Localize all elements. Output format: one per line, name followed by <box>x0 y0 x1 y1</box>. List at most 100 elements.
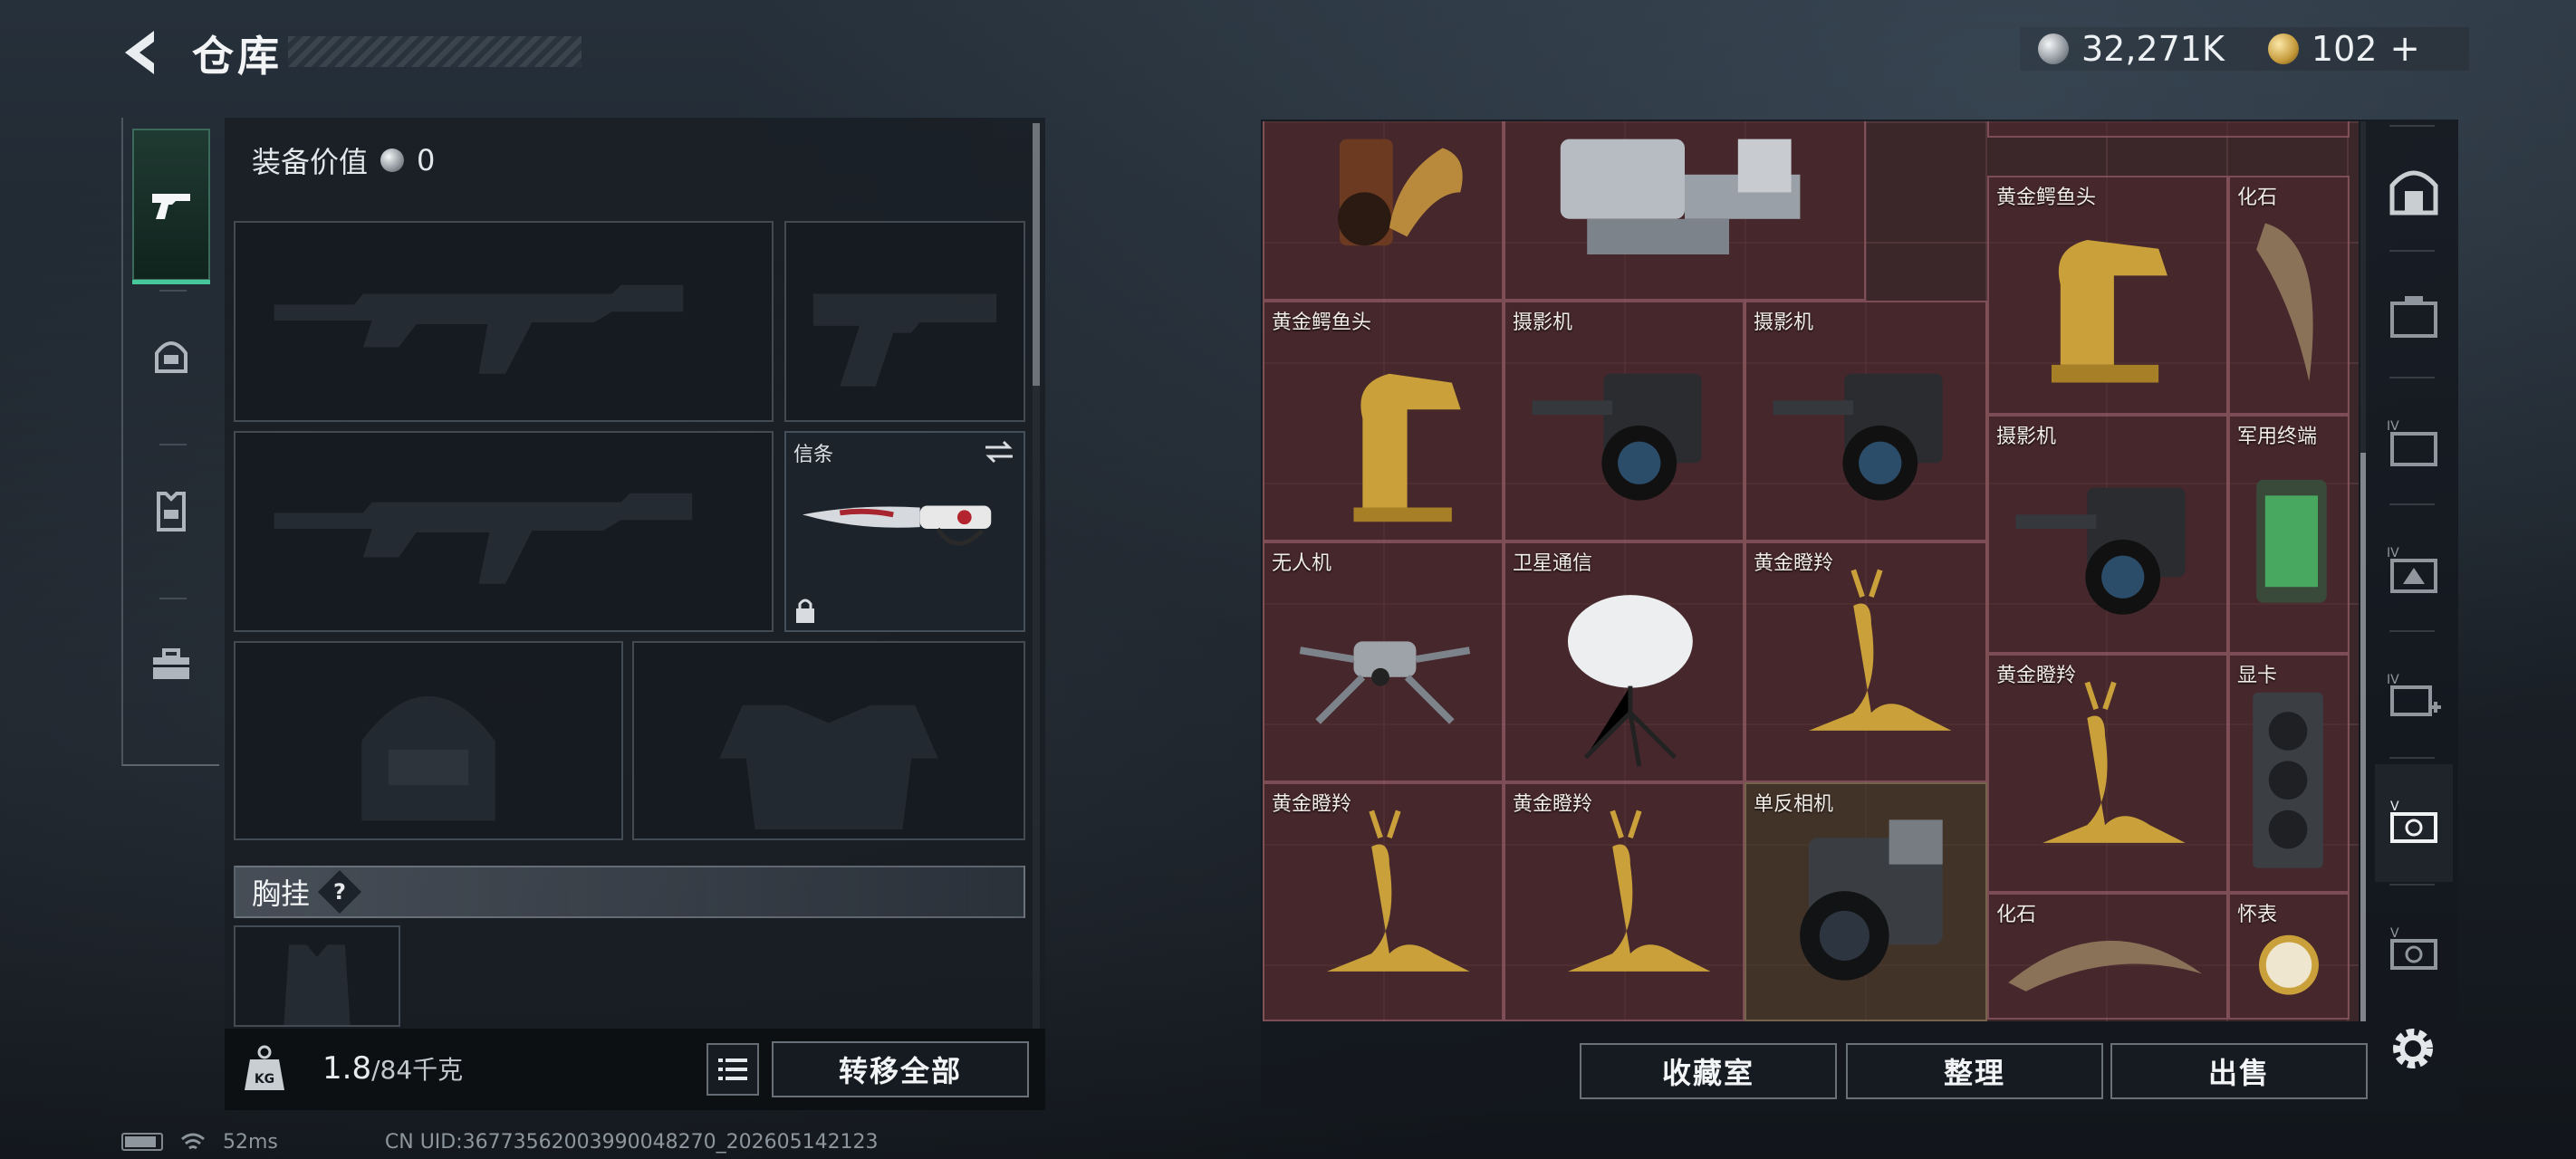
pistol-silhouette-icon <box>812 293 997 387</box>
stash-item-camera[interactable]: 摄影机 <box>1504 301 1745 541</box>
back-button[interactable] <box>118 25 168 80</box>
silver-coin-icon <box>380 148 405 172</box>
battery-icon <box>121 1133 163 1151</box>
svg-text:IV: IV <box>2387 546 2399 560</box>
loadout-scrollbar-thumb[interactable] <box>1033 123 1040 386</box>
category-weapons[interactable] <box>132 129 210 284</box>
golden-gazelle-icon <box>1808 569 1952 731</box>
rail-divider <box>2389 125 2435 127</box>
weight-current: 1.8 <box>322 1050 372 1087</box>
list-view-button[interactable] <box>706 1043 759 1096</box>
stash-grid: 黄金鳄鱼头 化石 摄影机 军用终端 黄金瞪羚 显卡 化石 怀表 黄金鳄鱼头 摄影… <box>1263 121 2359 1021</box>
rail-case-iv[interactable]: IV <box>2375 384 2453 502</box>
rail-case-iv-alt[interactable]: IV <box>2375 511 2453 628</box>
golden-croc-head-icon <box>1353 373 1461 522</box>
dslr-camera-icon <box>1800 819 1943 981</box>
stash-item-golden-gazelle[interactable]: 黄金瞪羚 <box>1987 654 2228 893</box>
carry-weight: 1.8/84千克 <box>322 1050 463 1087</box>
military-terminal-icon <box>2256 479 2327 603</box>
stash-item-graphics-card[interactable]: 显卡 <box>2228 654 2350 893</box>
helmet-slot[interactable] <box>234 641 623 840</box>
title-decoration <box>288 36 582 67</box>
sell-button[interactable]: 出售 <box>2110 1043 2368 1099</box>
stash-item-golden-gazelle[interactable]: 黄金瞪羚 <box>1504 782 1745 1021</box>
gear-icon <box>2393 1029 2433 1068</box>
settings-button[interactable] <box>2384 1020 2442 1078</box>
stash-item-dslr-camera[interactable]: 单反相机 <box>1745 782 1987 1021</box>
rail-case[interactable] <box>2375 257 2453 375</box>
gramophone-icon <box>1338 139 1463 246</box>
secondary-weapon-slot[interactable] <box>234 431 774 632</box>
rail-divider <box>2389 884 2435 886</box>
wifi-icon <box>181 1133 205 1150</box>
help-icon: ? <box>333 878 346 905</box>
case-iv-alt-icon: IV <box>2387 546 2437 593</box>
weight-max: /84千克 <box>371 1055 464 1085</box>
category-gear[interactable] <box>132 589 210 741</box>
lock-icon <box>796 599 814 623</box>
rail-case-v[interactable]: V <box>2375 764 2453 882</box>
helmet-icon <box>155 341 187 373</box>
case-iv-icon: IV <box>2387 419 2437 466</box>
gold-coin-icon <box>2267 34 2299 64</box>
stash-item-golden-gazelle[interactable]: 黄金瞪羚 <box>1263 782 1504 1021</box>
rail-divider <box>2389 377 2435 378</box>
rail-case-v-alt[interactable]: V <box>2375 891 2453 1009</box>
stash-item-fossil-2[interactable]: 化石 <box>1987 893 2228 1020</box>
case-icon <box>2390 296 2437 338</box>
stash-item-military-terminal[interactable]: 军用终端 <box>2228 415 2350 654</box>
stash-item-golden-gazelle[interactable]: 黄金瞪羚 <box>1745 541 1987 782</box>
transfer-all-button[interactable]: 转移全部 <box>772 1041 1029 1097</box>
melee-slot[interactable]: 信条 <box>784 431 1025 632</box>
video-camera-icon <box>1773 373 1943 501</box>
weight-kg-icon: KG <box>245 1045 284 1090</box>
helmet-silhouette-icon <box>361 695 495 821</box>
page-title: 仓库 <box>192 32 283 81</box>
ping-readout: 52ms <box>223 1130 278 1154</box>
category-armor[interactable] <box>132 435 210 587</box>
stash-item-drone[interactable]: 无人机 <box>1263 541 1504 782</box>
add-gold-button[interactable]: + <box>2389 28 2420 70</box>
golden-croc-head-icon <box>2051 239 2167 383</box>
silver-balance: 32,271K <box>2081 29 2225 69</box>
category-helmet[interactable] <box>132 281 210 433</box>
stash-item-camera[interactable]: 摄影机 <box>1745 301 1987 541</box>
satellite-dish-icon <box>1567 595 1693 767</box>
gold-balance: 102 <box>2311 29 2378 69</box>
chest-rig-silhouette-icon <box>284 944 351 1025</box>
chest-rig-slot[interactable] <box>234 925 400 1027</box>
primary-weapon-slot[interactable] <box>234 221 774 422</box>
machine-part-icon <box>1560 139 1801 254</box>
stash-item-camera[interactable]: 摄影机 <box>1987 415 2228 654</box>
svg-text:KG: KG <box>255 1072 274 1087</box>
organize-button[interactable]: 整理 <box>1846 1043 2103 1099</box>
sidearm-slot[interactable] <box>784 221 1025 422</box>
loadout-category-rail <box>121 118 219 766</box>
golden-gazelle-icon <box>2043 681 2186 843</box>
equipment-value-label: 装备价值 <box>252 145 369 179</box>
fossil-icon <box>2008 940 2202 991</box>
rail-case-iv-add[interactable]: IV <box>2375 637 2453 755</box>
armor-slot[interactable] <box>632 641 1025 840</box>
stash-item-golden-croc-head[interactable]: 黄金鳄鱼头 <box>1263 301 1504 541</box>
graphics-card-icon <box>2253 692 2323 868</box>
stash-item-golden-croc-head[interactable]: 黄金鳄鱼头 <box>1987 176 2228 415</box>
stash-container-rail: IV IV IV V V <box>2369 121 2456 1021</box>
stash-item-satellite-comm[interactable]: 卫星通信 <box>1504 541 1745 782</box>
stash-item-partial[interactable] <box>1987 121 2350 138</box>
user-uid: CN UID:36773562003990048270_202605142123 <box>384 1130 879 1154</box>
video-camera-icon <box>2015 487 2186 615</box>
status-bar: 52ms CN UID:36773562003990048270_2026051… <box>121 1128 879 1155</box>
svg-text:IV: IV <box>2387 673 2399 687</box>
rail-divider <box>2389 250 2435 252</box>
stash-item-fossil[interactable]: 化石 <box>2228 176 2350 415</box>
stash-item-pocket-watch[interactable]: 怀表 <box>2228 893 2350 1020</box>
back-arrow-icon <box>125 31 154 74</box>
stash-item-machine[interactable] <box>1504 121 1866 301</box>
stash-item-gramophone[interactable] <box>1263 121 1504 301</box>
help-button[interactable]: ? <box>317 869 362 915</box>
rail-vault[interactable] <box>2375 132 2453 250</box>
stash-scrollbar-thumb[interactable] <box>2360 453 2366 1021</box>
collection-room-button[interactable]: 收藏室 <box>1580 1043 1837 1099</box>
equipment-value: 装备价值 0 <box>252 139 435 181</box>
